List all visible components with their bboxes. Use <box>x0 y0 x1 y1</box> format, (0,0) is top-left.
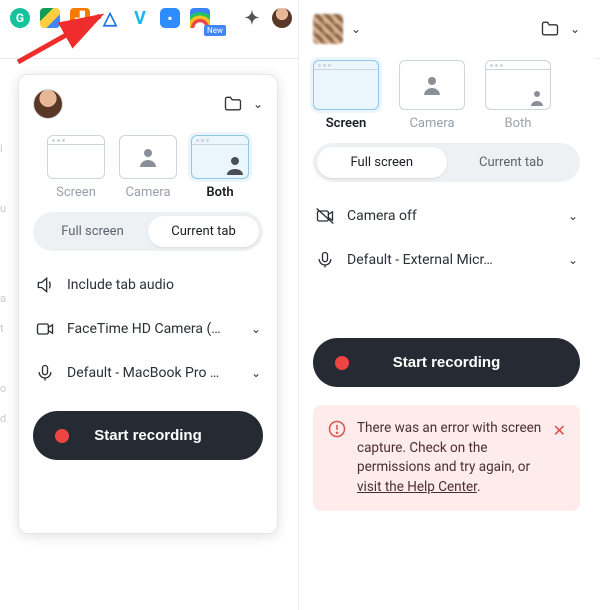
chevron-down-icon[interactable]: ⌄ <box>351 22 361 36</box>
error-text: There was an error with screen capture. … <box>357 419 543 497</box>
seg-full-screen[interactable]: Full screen <box>37 216 148 247</box>
mode-selector: Screen Camera Both <box>313 60 580 131</box>
mode-camera[interactable]: Camera <box>119 135 177 200</box>
user-avatar[interactable] <box>33 89 63 119</box>
row-audio-label: Include tab audio <box>67 277 261 293</box>
chevron-down-icon: ⌄ <box>251 366 261 380</box>
mode-screen-label: Screen <box>326 116 367 131</box>
microphone-icon <box>315 250 335 270</box>
mode-screen-label: Screen <box>56 185 96 200</box>
seg-current-tab[interactable]: Current tab <box>447 147 577 178</box>
microphone-icon <box>35 363 55 383</box>
extension-icon-triangle[interactable]: △ <box>100 8 120 28</box>
background-page-fragment: iuatod <box>0 74 18 599</box>
mode-screen[interactable]: Screen <box>313 60 379 131</box>
record-dot-icon <box>335 356 349 370</box>
row-mic-select[interactable]: Default - External Micr… ⌄ <box>313 238 580 282</box>
chevron-down-icon[interactable]: ⌄ <box>253 97 263 111</box>
start-recording-label: Start recording <box>393 354 501 371</box>
extension-icon-analytics[interactable]: ▞ <box>70 8 90 28</box>
row-include-tab-audio[interactable]: Include tab audio <box>33 263 263 307</box>
extension-icon-puzzle[interactable]: ✦ <box>242 8 262 28</box>
start-recording-label: Start recording <box>94 427 202 444</box>
close-icon[interactable]: ✕ <box>553 419 566 442</box>
row-mic-label: Default - MacBook Pro … <box>67 365 239 381</box>
mode-both-label: Both <box>206 185 233 200</box>
chevron-down-icon[interactable]: ⌄ <box>570 22 580 36</box>
mode-both-label: Both <box>505 116 532 131</box>
extension-icon-zoom[interactable]: ▪ <box>160 8 180 28</box>
help-center-link[interactable]: visit the Help Center <box>357 479 477 495</box>
error-banner: There was an error with screen capture. … <box>313 405 580 511</box>
mode-screen[interactable]: Screen <box>47 135 105 200</box>
mode-both[interactable]: Both <box>191 135 249 200</box>
camera-off-icon <box>315 206 335 226</box>
folder-icon[interactable] <box>223 94 243 114</box>
row-camera-label: Camera off <box>347 208 556 224</box>
mode-camera[interactable]: Camera <box>399 60 465 131</box>
mode-camera-label: Camera <box>125 185 170 200</box>
row-mic-select[interactable]: Default - MacBook Pro … ⌄ <box>33 351 263 395</box>
extension-icon-drive[interactable] <box>40 8 60 28</box>
recorder-popup-left: ⌄ Screen Camera Both Full screen Current… <box>18 74 278 534</box>
panel-header: ⌄ ⌄ <box>313 14 580 44</box>
row-camera-label: FaceTime HD Camera (… <box>67 321 239 337</box>
folder-icon[interactable] <box>540 19 560 39</box>
mode-both[interactable]: Both <box>485 60 551 131</box>
extension-icon-vimeo[interactable]: V <box>130 8 150 28</box>
row-camera-select[interactable]: Camera off ⌄ <box>313 194 580 238</box>
capture-scope-toggle: Full screen Current tab <box>313 143 580 182</box>
error-icon <box>327 419 347 439</box>
seg-current-tab[interactable]: Current tab <box>148 216 259 247</box>
seg-full-screen[interactable]: Full screen <box>317 147 447 178</box>
profile-avatar-icon[interactable] <box>272 8 292 28</box>
mode-selector: Screen Camera Both <box>33 135 263 200</box>
row-camera-select[interactable]: FaceTime HD Camera (… ⌄ <box>33 307 263 351</box>
row-mic-label: Default - External Micr… <box>347 252 556 268</box>
panel-header: ⌄ <box>33 89 263 119</box>
chevron-down-icon: ⌄ <box>251 322 261 336</box>
recorder-popup-right: ⌄ ⌄ Screen Camera Both Full screen Curre… <box>298 0 594 610</box>
new-badge: New <box>204 25 226 36</box>
capture-scope-toggle: Full screen Current tab <box>33 212 263 251</box>
camera-icon <box>35 319 55 339</box>
mode-camera-label: Camera <box>409 116 454 131</box>
chevron-down-icon: ⌄ <box>568 209 578 223</box>
extension-icon-grammarly[interactable]: G <box>10 8 30 28</box>
start-recording-button[interactable]: Start recording <box>313 338 580 387</box>
user-avatar-pixelated[interactable] <box>313 14 343 44</box>
speaker-icon <box>35 275 55 295</box>
start-recording-button[interactable]: Start recording <box>33 411 263 460</box>
record-dot-icon <box>55 429 69 443</box>
chevron-down-icon: ⌄ <box>568 253 578 267</box>
